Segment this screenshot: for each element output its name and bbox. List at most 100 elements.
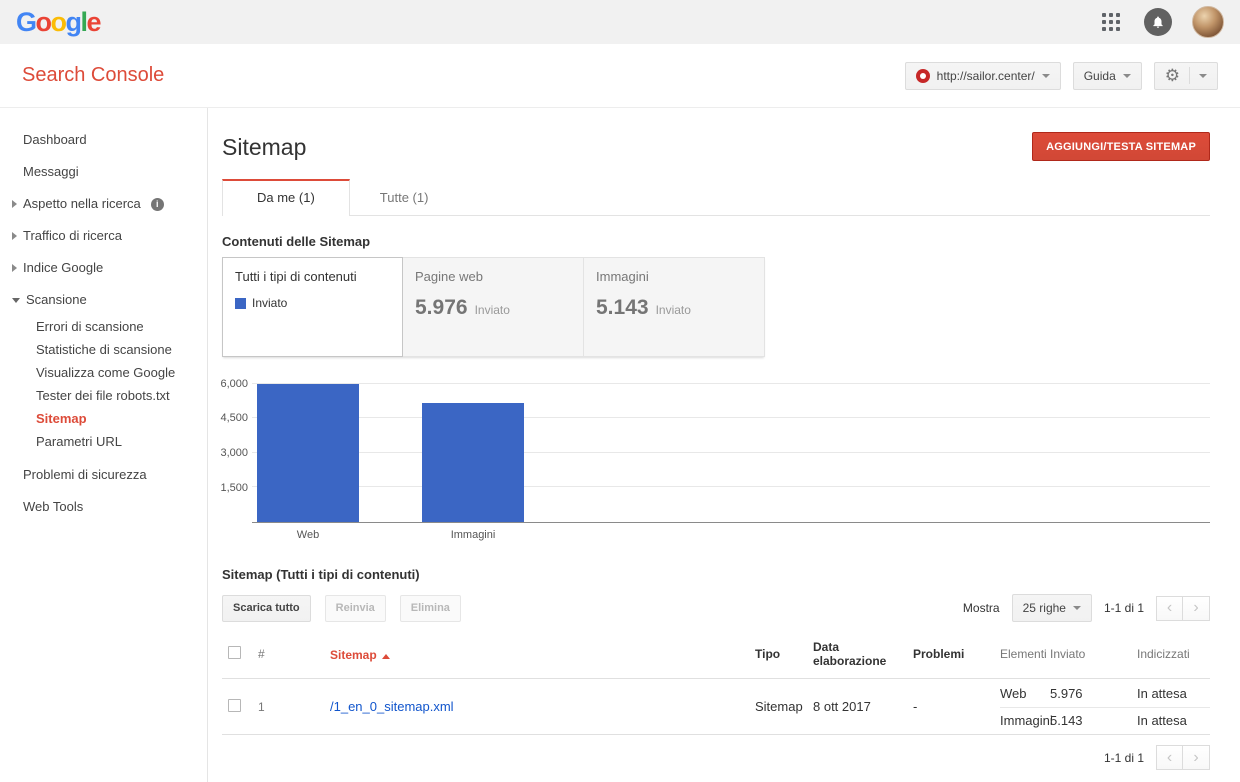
sidebar-item-label: Messaggi (23, 164, 79, 179)
header-actions: http://sailor.center/ Guida ⚙ (904, 61, 1218, 90)
sidebar-item-errori-di-scansione[interactable]: Errori di scansione (0, 316, 207, 339)
info-icon[interactable]: i (150, 197, 164, 211)
app-header: Search Console http://sailor.center/ Gui… (0, 44, 1240, 108)
y-axis: 1,500 3,000 4,500 6,000 (220, 377, 252, 523)
col-header-indicizzati: Indicizzati (1137, 647, 1190, 661)
next-page-button[interactable]: › (1183, 595, 1210, 621)
bar-immagini (422, 403, 524, 522)
sidebar-item-scansione[interactable]: Scansione (0, 284, 207, 316)
chevron-down-icon (1072, 606, 1081, 610)
expand-arrow-icon (12, 200, 17, 208)
sidebar-item-label: Aspetto nella ricerca (23, 196, 141, 211)
tab-da-me[interactable]: Da me (1) (222, 179, 350, 216)
table-header-row: # Sitemap Tipo Data elaborazione Problem… (222, 632, 1210, 679)
detail-row-immagini: Immagini 5.143 In attesa (1000, 706, 1210, 734)
notifications-button[interactable] (1144, 8, 1172, 36)
col-header-elementi: Elementi (1000, 647, 1047, 661)
detail-indicizzati: In attesa (1137, 685, 1187, 701)
select-all-checkbox[interactable] (228, 646, 241, 659)
sidebar-item-problemi-di-sicurezza[interactable]: Problemi di sicurezza (0, 459, 207, 491)
detail-inviato: 5.976 (1050, 685, 1083, 701)
card-value: 5.976 (415, 296, 468, 319)
sidebar-scansione-children: Errori di scansione Statistiche di scans… (0, 316, 207, 454)
detail-row-web: Web 5.976 In attesa (1000, 680, 1210, 707)
expand-arrow-icon (12, 264, 17, 272)
prev-page-button[interactable]: ‹ (1156, 745, 1183, 770)
row-tipo: Sitemap (755, 699, 803, 714)
next-page-button[interactable]: › (1183, 745, 1210, 770)
download-all-button[interactable]: Scarica tutto (222, 594, 311, 622)
sidebar-item-web-tools[interactable]: Web Tools (0, 491, 207, 523)
col-header-inviato: Inviato (1050, 647, 1086, 661)
x-axis-labels: Web Immagini (252, 529, 1210, 541)
resubmit-button[interactable]: Reinvia (324, 594, 386, 622)
bar-web (257, 384, 359, 522)
bell-icon (1153, 16, 1163, 28)
rows-per-page-select[interactable]: 25 righe (1011, 594, 1092, 622)
sidebar-item-messaggi[interactable]: Messaggi (0, 156, 207, 188)
contents-heading: Contenuti delle Sitemap (222, 234, 371, 249)
table-footer: 1-1 di 1 ‹ › (222, 745, 1210, 770)
prev-page-button[interactable]: ‹ (1156, 595, 1183, 621)
y-tick-label: 1,500 (220, 482, 248, 495)
card-sub-label: Inviato (655, 303, 691, 317)
legend-label: Inviato (252, 296, 288, 310)
col-header-data-elaborazione: Data elaborazione (813, 640, 887, 668)
collapse-arrow-icon (12, 297, 20, 303)
settings-dropdown[interactable]: ⚙ (1153, 61, 1218, 90)
row-checkbox[interactable] (228, 698, 241, 712)
delete-button[interactable]: Elimina (399, 594, 461, 622)
bar-chart: 1,500 3,000 4,500 6,000 (220, 377, 1210, 523)
apps-grid-icon[interactable] (1098, 9, 1124, 35)
card-title: Immagini (596, 269, 649, 284)
sidebar-item-indice-google[interactable]: Indice Google (0, 252, 207, 284)
sort-link[interactable]: Sitemap (330, 648, 377, 662)
sidebar-item-label: Dashboard (23, 132, 87, 147)
card-all-content-types[interactable]: Tutti i tipi di contenuti Inviato (222, 257, 403, 357)
sidebar-item-aspetto-nella-ricerca[interactable]: Aspetto nella ricerca i (0, 188, 207, 220)
help-dropdown[interactable]: Guida (1072, 61, 1142, 90)
logo-letter: o (35, 6, 53, 37)
sidebar-item-tester-robots[interactable]: Tester dei file robots.txt (0, 385, 207, 408)
google-logo[interactable]: Google (16, 6, 102, 37)
pagination: ‹ › (1156, 595, 1210, 621)
chevron-right-icon: › (1193, 748, 1199, 766)
table-row: 1 /1_en_0_sitemap.xml Sitemap 8 ott 2017… (222, 679, 1210, 735)
tab-tutte[interactable]: Tutte (1) (350, 180, 459, 215)
rows-per-page-value: 25 righe (1022, 601, 1066, 615)
card-web-pages[interactable]: Pagine web 5.976 Inviato (403, 257, 584, 357)
property-url: http://sailor.center/ (936, 68, 1035, 83)
sidebar-item-sitemap[interactable]: Sitemap (0, 408, 207, 431)
sidebar-item-label: Indice Google (23, 260, 104, 275)
property-selector[interactable]: http://sailor.center/ (904, 61, 1061, 90)
sitemap-link[interactable]: /1_en_0_sitemap.xml (330, 699, 454, 714)
card-images[interactable]: Immagini 5.143 Inviato (584, 257, 765, 357)
col-header-sitemap[interactable]: Sitemap (330, 647, 755, 662)
topbar-actions (1098, 6, 1224, 38)
page-title: Sitemap (222, 134, 307, 160)
site-favicon (915, 68, 930, 83)
gear-icon: ⚙ (1164, 66, 1180, 85)
logo-letter: G (16, 6, 37, 37)
google-topbar: Google (0, 0, 1240, 44)
pagination-range: 1-1 di 1 (1103, 601, 1144, 615)
sidebar-item-statistiche-di-scansione[interactable]: Statistiche di scansione (0, 339, 207, 362)
y-tick-label: 3,000 (220, 447, 248, 460)
sidebar-item-dashboard[interactable]: Dashboard (0, 124, 207, 156)
avatar[interactable] (1192, 6, 1224, 38)
chevron-right-icon: › (1193, 599, 1199, 616)
sidebar-item-visualizza-come-google[interactable]: Visualizza come Google (0, 362, 207, 385)
add-test-sitemap-button[interactable]: AGGIUNGI/TESTA SITEMAP (1032, 132, 1210, 161)
chevron-left-icon: ‹ (1166, 748, 1173, 766)
detail-label: Web (1000, 685, 1027, 701)
sidebar-item-parametri-url[interactable]: Parametri URL (0, 431, 207, 454)
logo-letter: g (65, 6, 83, 37)
card-value: 5.143 (596, 296, 649, 319)
y-tick-label: 6,000 (220, 377, 248, 390)
legend-swatch (235, 297, 246, 309)
row-index: 1 (258, 699, 265, 714)
tabs: Da me (1) Tutte (1) (222, 179, 1210, 216)
sidebar-item-label: Problemi di sicurezza (23, 467, 147, 482)
detail-indicizzati: In attesa (1137, 713, 1187, 728)
sidebar-item-traffico-di-ricerca[interactable]: Traffico di ricerca (0, 220, 207, 252)
